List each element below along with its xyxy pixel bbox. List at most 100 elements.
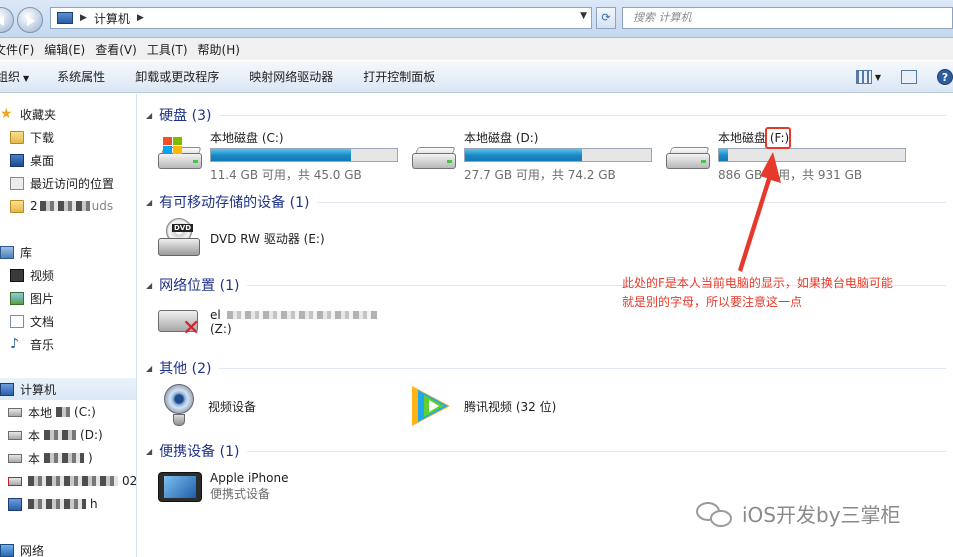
sidebar-item-drive-d[interactable]: 本 (D:): [8, 424, 103, 446]
dvd-drive[interactable]: DVD DVD RW 驱动器 (E:): [158, 218, 325, 258]
collapse-arrow-icon[interactable]: ◢: [146, 281, 152, 290]
sidebar-item-downloads[interactable]: 下载: [10, 126, 54, 148]
chevron-down-icon[interactable]: ▼: [875, 73, 881, 82]
device-name: Apple iPhone: [210, 470, 289, 485]
address-field[interactable]: ▶ 计算机 ▶ ▼: [50, 7, 592, 29]
watermark: iOS开发by三掌柜: [696, 499, 901, 528]
content-pane: ◢ 硬盘 (3) 本地磁盘 (C:) 11.4 GB 可用，共 45.0 GB 本…: [138, 94, 953, 557]
breadcrumb-arrow-icon: ▶: [80, 13, 87, 23]
drive-d[interactable]: 本地磁盘 (D:) 27.7 GB 可用，共 74.2 GB: [412, 129, 657, 189]
redaction: [56, 407, 71, 417]
disconnected-drive-icon: [8, 476, 22, 486]
preview-pane-icon[interactable]: [901, 70, 917, 84]
sidebar-item-music[interactable]: ♪ 音乐: [10, 333, 54, 355]
search-input[interactable]: 搜索 计算机: [622, 7, 953, 29]
music-note-icon: ♪: [10, 336, 19, 352]
sidebar-item-network[interactable]: 网络: [0, 539, 44, 557]
navigation-pane: ★ 收藏夹 下载 桌面 最近访问的位置 2 uds 库 视频 图片 文档 ♪ 音乐 计…: [0, 94, 137, 557]
address-toolbar: ▶ 计算机 ▶ ▼ ⟳ 搜索 计算机: [0, 0, 953, 38]
tencent-video-icon: [410, 384, 456, 428]
breadcrumb-arrow-icon[interactable]: ▶: [137, 13, 144, 23]
device-type: 便携式设备: [210, 486, 271, 501]
sidebar-item-computer[interactable]: 计算机: [0, 378, 136, 400]
group-portable[interactable]: ◢ 便携设备 (1): [146, 441, 946, 461]
highlight-box: [765, 127, 791, 149]
back-button[interactable]: [0, 7, 14, 33]
network-drive-z[interactable]: ✕ el (Z:): [158, 302, 377, 342]
breadcrumb-computer[interactable]: 计算机: [94, 10, 130, 27]
group-hard-disks[interactable]: ◢ 硬盘 (3): [146, 105, 946, 125]
iphone-icon: [158, 468, 202, 504]
folder-icon: [10, 130, 24, 144]
refresh-button[interactable]: ⟳: [596, 7, 616, 29]
drive-free-space: 11.4 GB 可用，共 45.0 GB: [210, 168, 362, 182]
menu-edit[interactable]: 编辑(E): [44, 41, 95, 58]
view-controls: ▼ ?: [848, 69, 953, 85]
collapse-arrow-icon[interactable]: ◢: [146, 447, 152, 456]
group-removable[interactable]: ◢ 有可移动存储的设备 (1): [146, 192, 946, 212]
sidebar-item-pictures[interactable]: 图片: [10, 287, 54, 309]
redaction: [44, 453, 85, 463]
redaction: [28, 476, 118, 486]
video-device[interactable]: 视频设备: [164, 384, 256, 428]
video-device-label: 视频设备: [208, 399, 257, 414]
help-icon[interactable]: ?: [937, 69, 953, 85]
sidebar-item-documents[interactable]: 文档: [10, 310, 54, 332]
tencent-video[interactable]: 腾讯视频 (32 位): [410, 384, 556, 428]
hard-drive-icon: [8, 407, 22, 417]
tencent-video-label: 腾讯视频 (32 位): [464, 399, 557, 414]
hard-drive-icon: [158, 137, 202, 169]
collapse-arrow-icon[interactable]: ◢: [146, 198, 152, 207]
address-dropdown-icon[interactable]: ▼: [580, 11, 587, 21]
library-icon: [0, 245, 14, 259]
recent-places-icon: [10, 176, 24, 190]
windows-logo-icon: [163, 137, 183, 155]
drive-name: 本地磁盘 (D:): [464, 131, 539, 145]
sidebar-item-desktop[interactable]: 桌面: [10, 149, 54, 171]
desktop-icon: [10, 153, 24, 167]
chevron-down-icon: ▼: [23, 74, 30, 83]
dvd-drive-icon: DVD: [158, 218, 200, 258]
command-bar: 组织 ▼ 系统属性 卸载或更改程序 映射网络驱动器 打开控制面板 ▼ ?: [0, 60, 953, 93]
menu-help[interactable]: 帮助(H): [198, 41, 250, 58]
system-properties-button[interactable]: 系统属性: [57, 68, 105, 85]
drive-free-space: 27.7 GB 可用，共 74.2 GB: [464, 168, 616, 182]
organize-button[interactable]: 组织 ▼: [0, 68, 29, 85]
disconnected-network-drive-icon: ✕: [158, 302, 202, 342]
device-icon: [8, 497, 22, 511]
menu-bar: 文件(F) 编辑(E) 查看(V) 工具(T) 帮助(H): [0, 38, 953, 60]
sidebar-item-device[interactable]: h: [8, 493, 98, 515]
sidebar-item-blurred[interactable]: 2 uds: [10, 195, 113, 217]
sidebar-item-libraries[interactable]: 库: [0, 241, 32, 263]
computer-icon: [57, 12, 73, 24]
sidebar-item-drive-c[interactable]: 本地 (C:): [8, 401, 96, 423]
open-control-panel-button[interactable]: 打开控制面板: [363, 68, 435, 85]
divider: [219, 367, 946, 369]
network-icon: [0, 543, 14, 557]
usage-bar: [210, 148, 398, 162]
network-drive-letter: (Z:): [210, 322, 232, 336]
sidebar-item-drive-f[interactable]: 本): [8, 447, 93, 469]
menu-view[interactable]: 查看(V): [95, 41, 147, 58]
menu-tools[interactable]: 工具(T): [147, 41, 198, 58]
sidebar-item-recent[interactable]: 最近访问的位置: [10, 172, 114, 194]
divider: [219, 114, 946, 116]
sidebar-item-videos[interactable]: 视频: [10, 264, 54, 286]
sidebar-item-favorites[interactable]: ★ 收藏夹: [0, 103, 56, 125]
map-network-drive-button[interactable]: 映射网络驱动器: [249, 68, 333, 85]
sidebar-item-network-drive[interactable]: 02: [8, 470, 137, 492]
collapse-arrow-icon[interactable]: ◢: [146, 111, 152, 120]
divider: [247, 450, 946, 452]
group-other[interactable]: ◢ 其他 (2): [146, 358, 946, 378]
redaction: [44, 430, 77, 440]
menu-file[interactable]: 文件(F): [0, 41, 44, 58]
redaction: [39, 201, 90, 211]
change-view-icon[interactable]: [855, 70, 872, 84]
uninstall-button[interactable]: 卸载或更改程序: [135, 68, 219, 85]
collapse-arrow-icon[interactable]: ◢: [146, 364, 152, 373]
drive-c[interactable]: 本地磁盘 (C:) 11.4 GB 可用，共 45.0 GB: [158, 129, 403, 189]
drive-name: 本地磁盘 (C:): [210, 131, 284, 145]
forward-button[interactable]: [17, 7, 43, 33]
apple-iphone[interactable]: Apple iPhone 便携式设备: [158, 468, 288, 504]
documents-icon: [10, 314, 24, 328]
